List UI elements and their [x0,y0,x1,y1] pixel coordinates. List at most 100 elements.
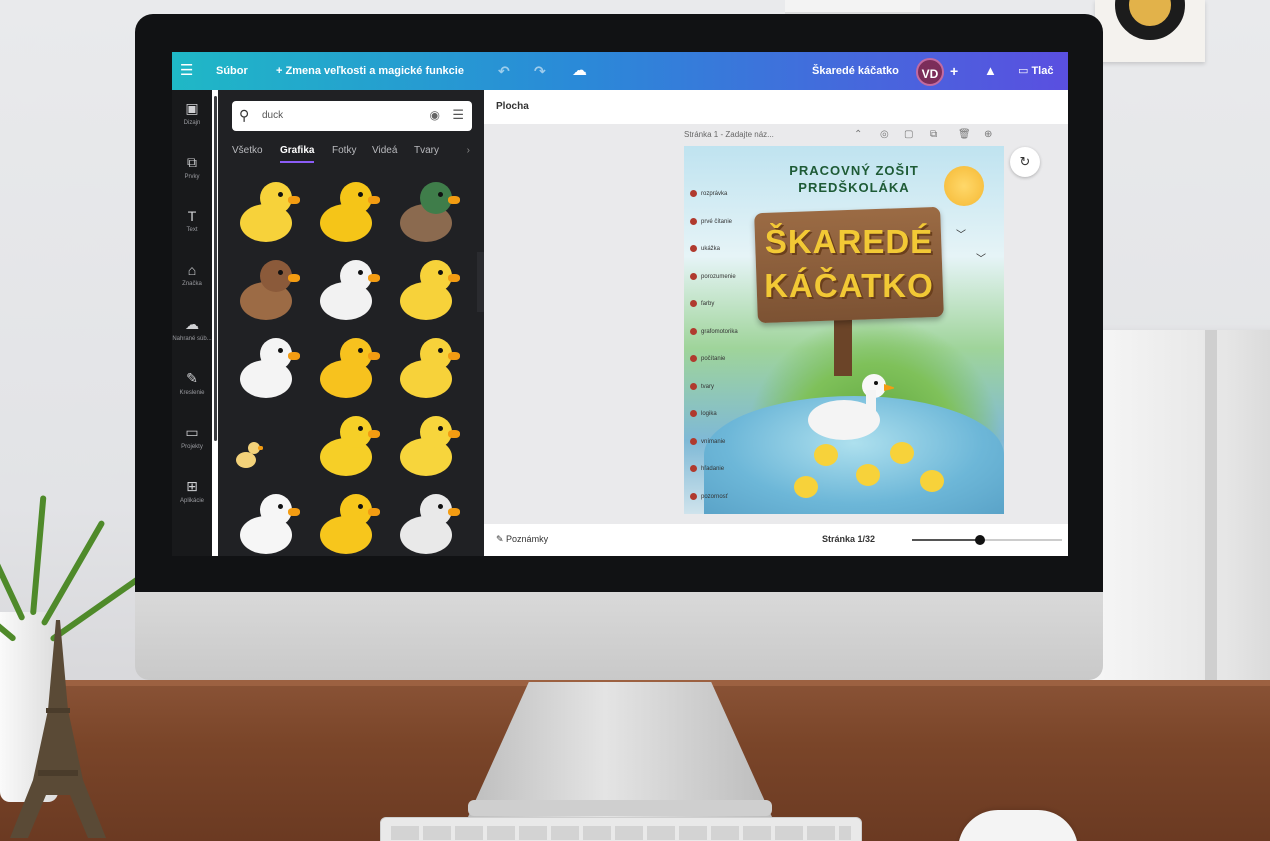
redo-icon[interactable]: ↷ [534,52,546,90]
canvas-label: Plocha [496,101,529,112]
tab-graphics[interactable]: Grafika [280,145,315,163]
chevron-up-icon[interactable]: ⌃ [854,129,862,140]
toc-item: grafomotorika [690,327,738,338]
toc-bullet-icon [690,465,697,472]
add-page-icon[interactable]: ⊕ [984,129,992,140]
lock-icon[interactable]: ▢ [904,129,913,140]
canvas-header: Plocha [484,90,1068,124]
toc-item: rozprávka [690,190,727,200]
avatar[interactable]: VD [916,58,944,86]
duck-graphic[interactable] [310,174,386,250]
cloud-sync-icon[interactable]: ☁ [572,52,587,90]
toc-bullet-icon [690,410,697,417]
monitor: ☰ Súbor + Zmena veľkosti a magické funkc… [135,14,1103,680]
duck-graphic[interactable] [390,408,466,484]
duck-graphic[interactable] [230,408,306,484]
toc-bullet-icon [690,382,697,390]
duck-graphic[interactable] [310,330,386,406]
duck-graphic[interactable] [230,330,306,406]
toc-item: vnímanie [690,437,725,448]
file-menu-button[interactable]: Súbor [216,52,248,90]
toc-item-label: hľadanie [701,466,725,473]
rail-item-elements[interactable]: ⧉ Prvky [172,148,212,198]
zoom-slider-knob[interactable] [974,535,985,545]
duckling-illustration [890,442,914,464]
rail-scrollbar[interactable] [214,96,217,441]
search-input[interactable]: duck [262,110,283,121]
menu-icon[interactable]: ☰ [180,52,193,90]
duck-graphic[interactable] [310,408,386,484]
notes-icon: ✎ [496,534,507,544]
goose-illustration [808,374,894,440]
toc-item: tvary [690,382,715,393]
duckling-illustration [814,444,838,466]
print-label: Tlač [1031,65,1054,77]
rail-item-brand[interactable]: ⌂ Značka [172,256,212,306]
duck-graphic[interactable] [310,252,386,328]
rail-item-text[interactable]: T Text [172,202,212,252]
duck-graphic[interactable] [230,252,306,328]
hide-icon[interactable]: ◎ [880,129,889,140]
duckling-illustration [794,476,818,498]
tab-shapes[interactable]: Tvary [414,145,439,156]
resize-magic-button[interactable]: + Zmena veľkosti a magické funkcie [276,52,464,90]
print-button[interactable]: ▭ Tlač [1018,52,1053,90]
duck-graphic[interactable] [230,486,306,556]
duck-graphic[interactable] [390,330,466,406]
duck-graphic[interactable] [310,486,386,556]
draw-icon: ✎ [186,370,198,386]
text-icon: T [187,208,197,224]
project-title[interactable]: Škaredé káčatko [812,52,899,90]
page-toolbar: Stránka 1 - Zadajte náz... ⌃ ◎ ▢ ⧉ 🗑 ⊕ [684,129,1004,144]
undo-icon[interactable]: ↶ [498,52,510,90]
camera-search-icon[interactable]: ◉ [430,108,440,122]
duplicate-icon[interactable]: ⧉ [930,129,937,140]
toc-item-label: porozumenie [701,273,736,280]
zoom-slider[interactable] [912,535,1062,545]
document-page[interactable]: ﹀ ﹀ PRACOVNÝ ZOŠIT PREDŠKOLÁKA ŠKAREDÉ K… [684,146,1004,514]
tab-photos[interactable]: Fotky [332,145,356,156]
analytics-icon[interactable]: ▲ [984,52,997,90]
graphics-grid [230,174,468,556]
tab-videos[interactable]: Videá [372,145,397,156]
toc-item: porozumenie [690,272,736,283]
duck-graphic[interactable] [390,252,466,328]
screen: ☰ Súbor + Zmena veľkosti a magické funkc… [172,52,1068,556]
rail-item-label: Dizajn [183,120,201,126]
chevron-right-icon[interactable]: › [467,145,470,156]
refresh-icon[interactable]: ↻ [1010,147,1040,177]
doc-subtitle-line1: PRACOVNÝ ZOŠIT [789,163,919,178]
monitor-stand-base [468,800,772,816]
top-bar: ☰ Súbor + Zmena veľkosti a magické funkc… [172,52,1068,90]
duck-graphic[interactable] [230,174,306,250]
apps-icon: ⊞ [186,478,198,494]
trash-icon[interactable]: 🗑 [958,129,971,140]
brand-icon: ⌂ [187,262,197,278]
duck-graphic[interactable] [390,486,466,556]
tab-all[interactable]: Všetko [232,145,263,156]
duck-graphic[interactable] [390,174,466,250]
rail-item-design[interactable]: ▣ Dizajn [172,94,212,144]
filter-icon[interactable]: ☰ [452,107,464,123]
canvas-area: Plocha Stránka 1 - Zadajte náz... ⌃ ◎ ▢ … [484,90,1068,556]
notes-button[interactable]: ✎ Poznámky [496,534,548,545]
toc-item: logika [690,410,717,420]
bird-icon: ﹀ [976,254,986,265]
print-icon: ▭ [1018,65,1032,77]
rail-item-apps[interactable]: ⊞ Aplikácie [172,472,212,522]
page-number[interactable]: Stránka 1/32 [822,534,875,544]
page-title[interactable]: Stránka 1 - Zadajte náz... [684,130,774,139]
plus-icon[interactable]: + [950,52,958,90]
search-box[interactable]: ⚲ duck ◉ ☰ [232,101,472,131]
toc-item-label: logika [701,411,717,418]
toc-item: pozornosť [690,492,728,503]
duckling-illustration [920,470,944,492]
toc-item-label: prvé čítanie [701,218,733,225]
doc-subtitle-line2: PREDŠKOLÁKA [798,180,910,195]
rail-item-uploads[interactable]: ☁ Nahrané súb... [172,310,212,360]
toc-item-label: tvary [701,383,715,390]
zoom-slider-fill [912,539,980,541]
rail-item-label: Značka [182,281,202,287]
rail-item-projects[interactable]: ▭ Projekty [172,418,212,468]
rail-item-draw[interactable]: ✎ Kreslenie [172,364,212,414]
